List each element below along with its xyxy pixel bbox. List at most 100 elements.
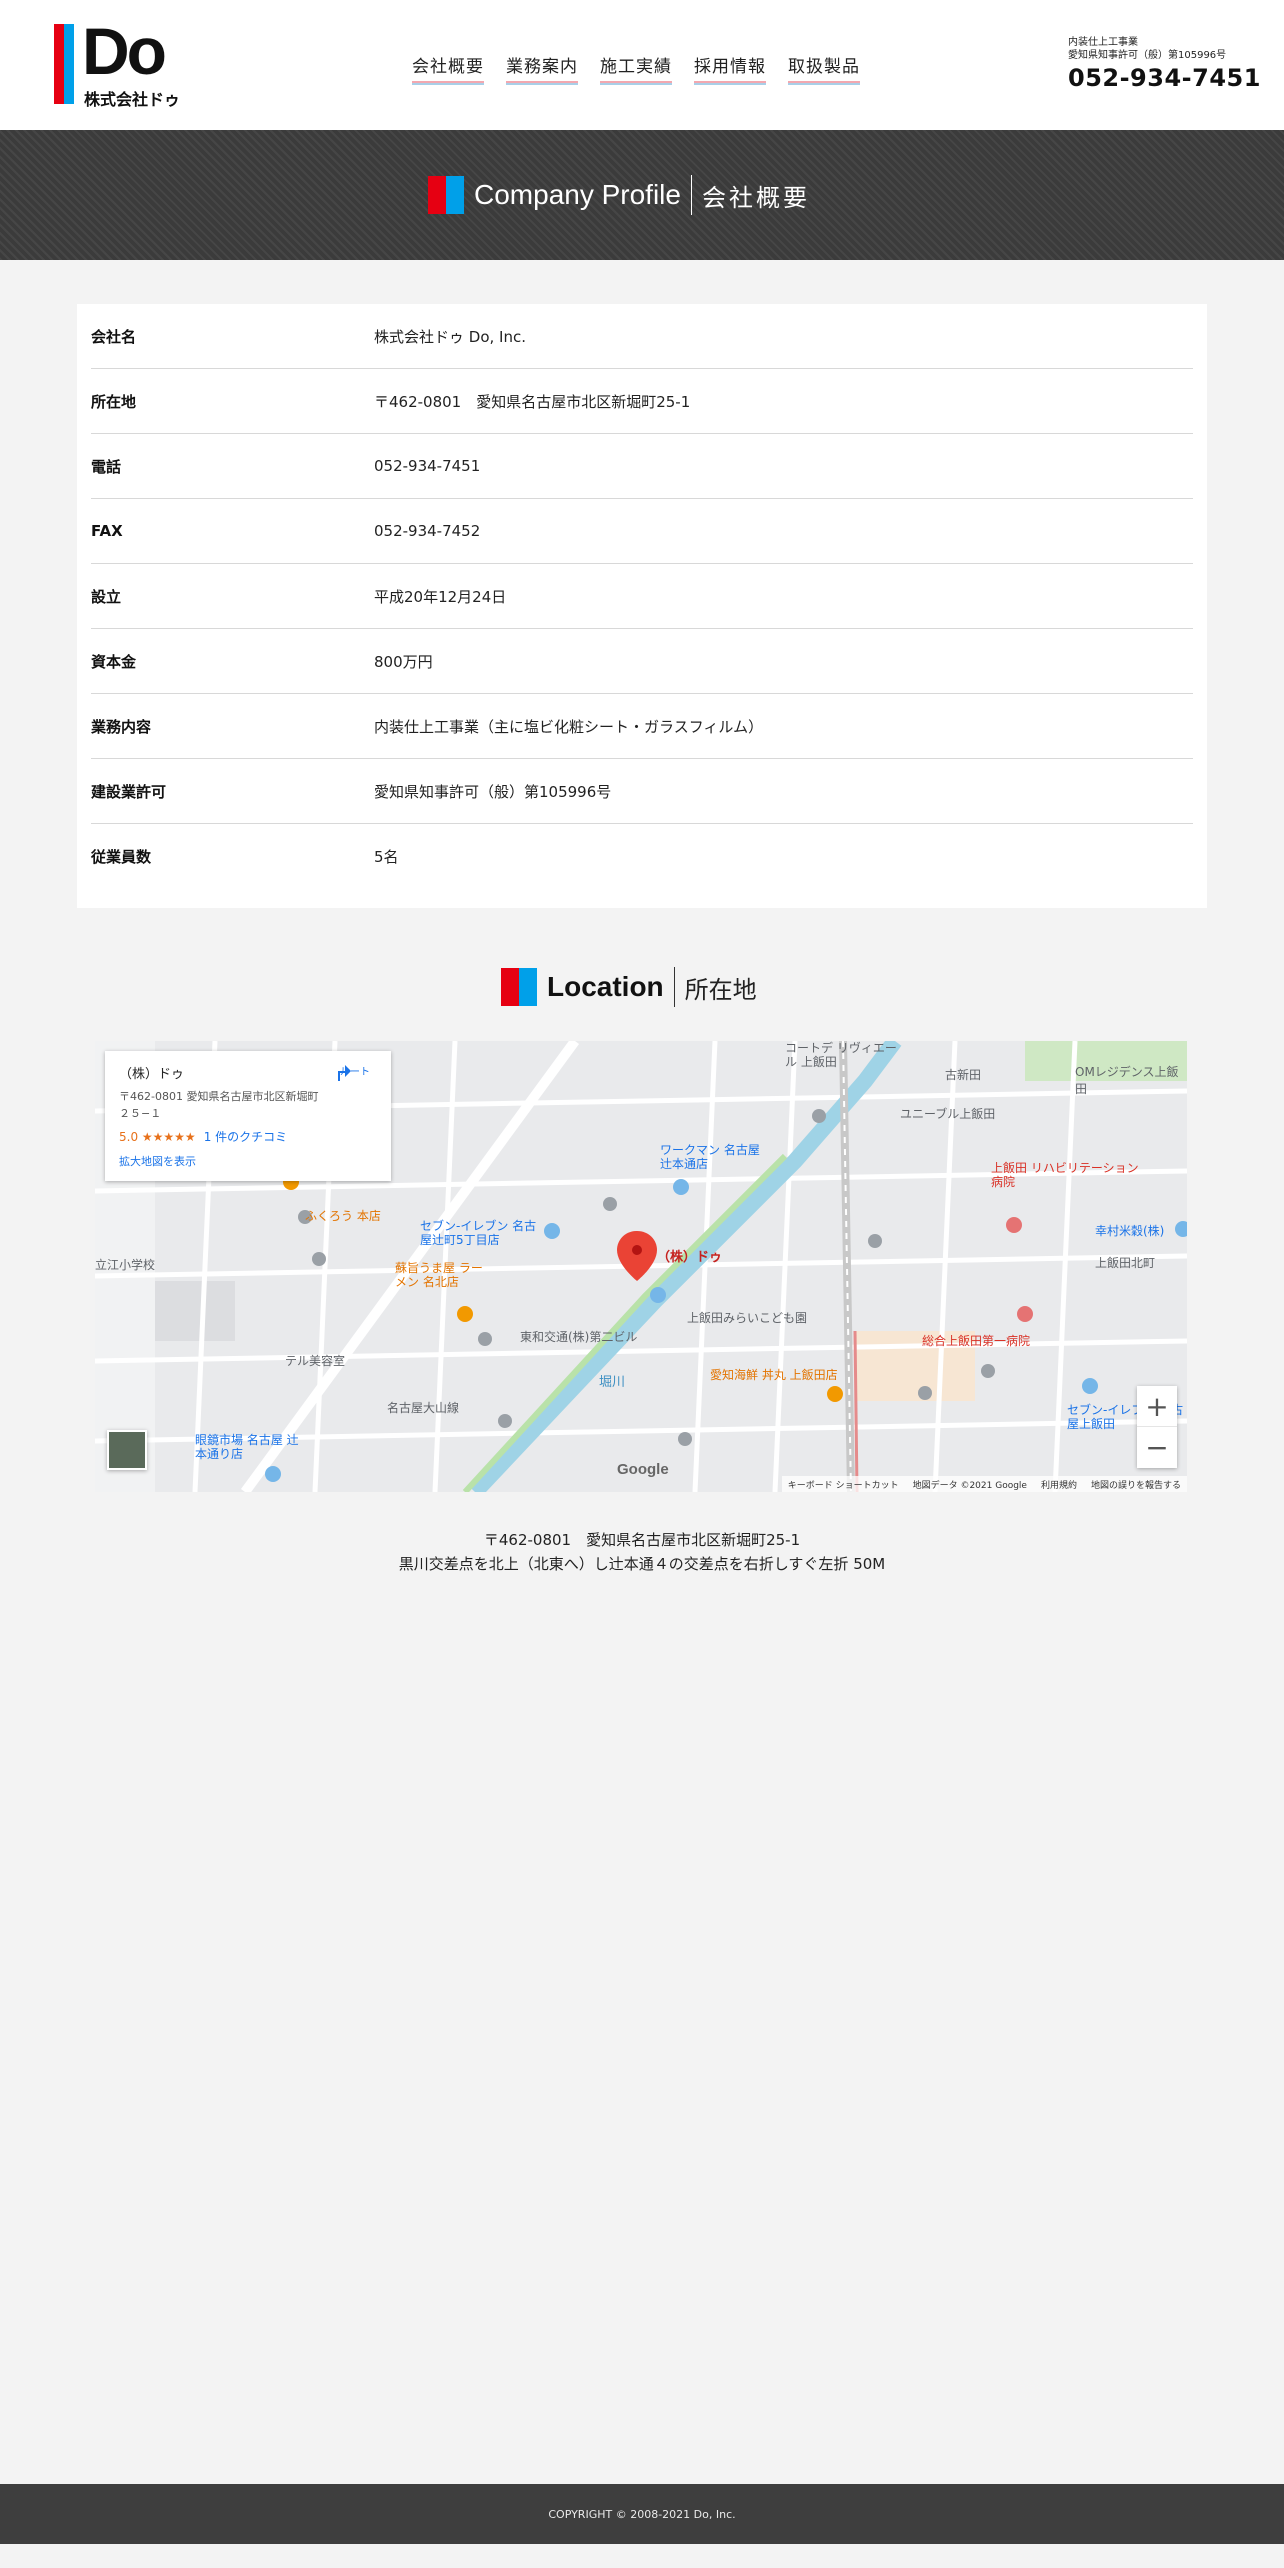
table-row: 設立 平成20年12月24日 — [91, 564, 1193, 629]
nav-recruit[interactable]: 採用情報 — [694, 52, 766, 85]
zoom-in-button[interactable]: + — [1137, 1386, 1177, 1427]
copyright: COPYRIGHT © 2008-2021 Do, Inc. — [548, 2507, 736, 2521]
site-header: Do 株式会社ドゥ 会社概要 業務案内 施工実績 採用情報 取扱製品 内装仕上工… — [0, 0, 1284, 130]
row-label: 所在地 — [91, 392, 137, 411]
title-mark-icon — [501, 968, 537, 1006]
location-heading: Location 所在地 — [501, 966, 757, 1008]
map-label: 上飯田北町 — [1095, 1256, 1156, 1270]
header-contact: 内装仕上工事業 愛知県知事許可（般）第105996号 052-934-7451 — [1068, 36, 1260, 92]
company-logo[interactable]: Do 株式会社ドゥ — [54, 18, 184, 109]
location-description: 〒462-0801 愛知県名古屋市北区新堀町25-1 黒川交差点を北上（北東へ）… — [0, 1528, 1284, 1576]
page-title-en: Company Profile — [474, 179, 681, 210]
map-label: 古新田 — [945, 1068, 982, 1082]
map-label-marker: （株）ドゥ — [657, 1250, 723, 1265]
page-title-banner: Company Profile 会社概要 — [0, 130, 1284, 260]
map-label: 幸村米穀(株) — [1095, 1224, 1165, 1238]
row-value: 〒462-0801 愛知県名古屋市北区新堀町25-1 — [374, 392, 691, 411]
map-label: 上飯田 リハビリテーション病院 — [991, 1161, 1139, 1189]
nav-works[interactable]: 施工実績 — [600, 52, 672, 85]
row-label: 資本金 — [91, 652, 137, 671]
table-row: 電話 052-934-7451 — [91, 434, 1193, 499]
map-data-credit: 地図データ ©2021 Google — [912, 1480, 1027, 1491]
row-value: 愛知県知事許可（般）第105996号 — [374, 782, 612, 801]
table-row: 会社名 株式会社ドゥ Do, Inc. — [91, 304, 1193, 369]
table-row: 従業員数 5名 — [91, 824, 1193, 889]
map-label: 東和交通(株)第二ビル — [520, 1330, 638, 1344]
row-label: 建設業許可 — [91, 782, 167, 801]
map-label: ワークマン 名古屋辻本通店 — [660, 1143, 760, 1171]
location-directions: 黒川交差点を北上（北東へ）し辻本通４の交差点を右折しすぐ左折 50M — [398, 1555, 886, 1573]
header-phone[interactable]: 052-934-7451 — [1068, 64, 1260, 92]
map-label: 堀川 — [599, 1375, 626, 1390]
map-label: 眼鏡市場 名古屋 辻本通り店 — [195, 1433, 299, 1461]
map-label: 立江小学校 — [95, 1258, 156, 1272]
place-address: 〒462-0801 愛知県名古屋市北区新堀町２５−１ — [119, 1090, 319, 1120]
terms-link[interactable]: 利用規約 — [1041, 1478, 1077, 1491]
title-divider — [690, 175, 692, 215]
row-label: 業務内容 — [91, 717, 152, 736]
location-address: 〒462-0801 愛知県名古屋市北区新堀町25-1 — [483, 1531, 801, 1549]
map-label: セブン-イレブン 名古屋辻町5丁目店 — [420, 1219, 537, 1247]
company-profile-table: 会社名 株式会社ドゥ Do, Inc. 所在地 〒462-0801 愛知県名古屋… — [77, 304, 1207, 908]
row-label: 会社名 — [91, 327, 137, 346]
row-value: 5名 — [374, 848, 399, 866]
title-mark-icon — [428, 176, 464, 214]
row-value: 平成20年12月24日 — [374, 587, 507, 606]
directions-icon — [338, 1065, 351, 1081]
row-label: 電話 — [91, 457, 122, 476]
map-label: 愛知海鮮 丼丸 上飯田店 — [710, 1368, 838, 1382]
row-value: 内装仕上工事業（主に塩ビ化粧シート・ガラスフィルム） — [374, 717, 764, 736]
report-error-link[interactable]: 地図の誤りを報告する — [1091, 1478, 1181, 1491]
google-map[interactable]: （株）ドゥ セブン-イレブン 名古屋辻町5丁目店 ふくろう 本店 蘇旨うま屋 ラ… — [95, 1041, 1187, 1492]
place-rating: 5.0 ★★★★★ 1 件のクチコミ — [119, 1128, 377, 1145]
business-type: 内装仕上工事業 — [1068, 37, 1138, 48]
view-larger-map-link[interactable]: 拡大地図を表示 — [119, 1153, 377, 1169]
license-number: 愛知県知事許可（般）第105996号 — [1068, 50, 1227, 61]
map-label: ふくろう 本店 — [305, 1209, 381, 1223]
page-title: Company Profile 会社概要 — [428, 174, 810, 216]
global-nav: 会社概要 業務案内 施工実績 採用情報 取扱製品 — [412, 52, 860, 85]
table-row: 資本金 800万円 — [91, 629, 1193, 694]
map-label: OMレジデンス上飯田 — [1075, 1065, 1179, 1096]
table-row: 業務内容 内装仕上工事業（主に塩ビ化粧シート・ガラスフィルム） — [91, 694, 1193, 759]
title-divider — [673, 967, 675, 1007]
location-heading-en: Location — [547, 971, 664, 1002]
logo-blue-bar — [64, 24, 74, 104]
logo-red-bar — [54, 24, 64, 104]
nav-services[interactable]: 業務案内 — [506, 52, 578, 85]
map-label: テル美容室 — [285, 1354, 346, 1368]
zoom-control: + − — [1137, 1386, 1177, 1468]
site-footer: COPYRIGHT © 2008-2021 Do, Inc. — [0, 2484, 1284, 2544]
map-place-card: （株）ドゥ 〒462-0801 愛知県名古屋市北区新堀町２５−１ 5.0 ★★★… — [105, 1051, 391, 1181]
row-label: FAX — [91, 522, 123, 540]
row-label: 設立 — [91, 587, 122, 606]
zoom-out-button[interactable]: − — [1137, 1427, 1177, 1468]
table-row: FAX 052-934-7452 — [91, 499, 1193, 564]
row-label: 従業員数 — [91, 848, 152, 866]
keyboard-shortcuts-link[interactable]: キーボード ショートカット — [788, 1478, 899, 1491]
logo-company-name: 株式会社ドゥ — [84, 90, 181, 109]
page-title-ja: 会社概要 — [701, 183, 810, 212]
row-value: 052-934-7451 — [374, 457, 481, 475]
row-value: 株式会社ドゥ Do, Inc. — [374, 327, 526, 346]
map-attribution: キーボード ショートカット 地図データ ©2021 Google 利用規約 地図… — [781, 1476, 1187, 1492]
row-value: 052-934-7452 — [374, 522, 481, 540]
location-heading-ja: 所在地 — [684, 975, 757, 1004]
nav-products[interactable]: 取扱製品 — [788, 52, 860, 85]
map-label: ユニーブル上飯田 — [900, 1107, 996, 1121]
map-label: コートデ リヴィエール 上飯田 — [785, 1041, 897, 1069]
map-label: 蘇旨うま屋 ラーメン 名北店 — [395, 1261, 483, 1289]
directions-button[interactable]: ルート — [335, 1063, 375, 1081]
logo-mark: Do — [82, 14, 167, 88]
map-label: 総合上飯田第一病院 — [922, 1334, 1031, 1348]
row-value: 800万円 — [374, 652, 433, 671]
rating-stars: 5.0 ★★★★★ — [119, 1130, 196, 1144]
table-row: 建設業許可 愛知県知事許可（般）第105996号 — [91, 759, 1193, 824]
map-label: 上飯田みらいこども園 — [687, 1311, 808, 1325]
reviews-link[interactable]: 1 件のクチコミ — [204, 1130, 287, 1144]
google-logo: Google — [617, 1461, 669, 1478]
satellite-toggle-button[interactable] — [107, 1430, 147, 1470]
table-row: 所在地 〒462-0801 愛知県名古屋市北区新堀町25-1 — [91, 369, 1193, 434]
nav-company-profile[interactable]: 会社概要 — [412, 52, 484, 85]
map-label: 名古屋大山線 — [387, 1401, 460, 1415]
